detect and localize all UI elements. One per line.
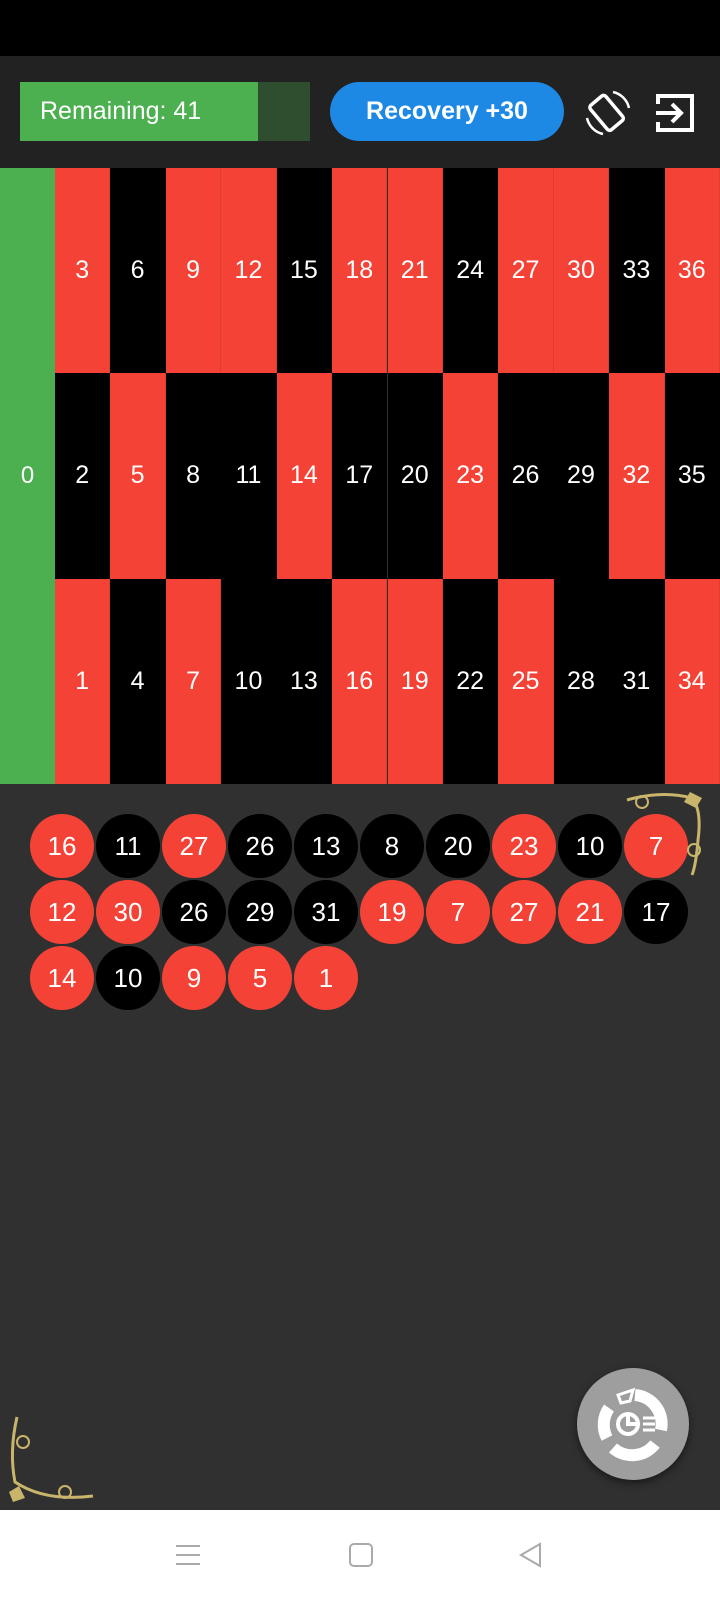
history-chip: 7 bbox=[426, 880, 490, 944]
cell-8[interactable]: 8 bbox=[165, 373, 222, 579]
cell-zero[interactable]: 0 bbox=[0, 168, 55, 784]
cell-15[interactable]: 15 bbox=[276, 168, 333, 374]
cell-28[interactable]: 28 bbox=[553, 578, 610, 784]
cell-6[interactable]: 6 bbox=[110, 168, 166, 374]
corner-ornament-icon bbox=[626, 792, 702, 876]
cell-34[interactable]: 34 bbox=[664, 578, 720, 784]
history-chip: 10 bbox=[558, 814, 622, 878]
history-chip: 26 bbox=[228, 814, 292, 878]
history-chip: 9 bbox=[162, 946, 226, 1010]
history-chip: 13 bbox=[294, 814, 358, 878]
cell-23[interactable]: 23 bbox=[442, 373, 499, 579]
history-chip: 12 bbox=[30, 880, 94, 944]
cell-20[interactable]: 20 bbox=[387, 373, 443, 579]
cell-29[interactable]: 29 bbox=[553, 373, 610, 579]
cell-2[interactable]: 2 bbox=[55, 373, 111, 579]
cell-12[interactable]: 12 bbox=[221, 168, 277, 374]
history-chip: 27 bbox=[162, 814, 226, 878]
statistics-icon bbox=[597, 1387, 668, 1462]
roulette-table: 0 3 6 9 12 15 18 21 24 27 30 33 36 2 5 8 11 14 17 20 23 26 29… bbox=[0, 168, 720, 784]
history-chip: 20 bbox=[426, 814, 490, 878]
history-chip: 11 bbox=[96, 814, 160, 878]
cell-22[interactable]: 22 bbox=[442, 578, 499, 784]
screen-rotation-icon[interactable] bbox=[583, 88, 633, 138]
cell-19[interactable]: 19 bbox=[387, 578, 443, 784]
cell-3[interactable]: 3 bbox=[55, 168, 111, 374]
cell-11[interactable]: 11 bbox=[221, 373, 277, 579]
cell-36[interactable]: 36 bbox=[664, 168, 720, 374]
cell-30[interactable]: 30 bbox=[553, 168, 610, 374]
home-icon[interactable] bbox=[348, 1542, 374, 1568]
history-chip: 27 bbox=[492, 880, 556, 944]
history-chip: 26 bbox=[162, 880, 226, 944]
cell-26[interactable]: 26 bbox=[498, 373, 554, 579]
cell-13[interactable]: 13 bbox=[276, 578, 333, 784]
history-chip: 5 bbox=[228, 946, 292, 1010]
history-chip: 16 bbox=[30, 814, 94, 878]
cell-17[interactable]: 17 bbox=[332, 373, 388, 579]
cell-21[interactable]: 21 bbox=[387, 168, 443, 374]
cell-5[interactable]: 5 bbox=[110, 373, 166, 579]
cell-14[interactable]: 14 bbox=[276, 373, 333, 579]
history-chip: 23 bbox=[492, 814, 556, 878]
exit-icon[interactable] bbox=[650, 88, 700, 138]
cell-7[interactable]: 7 bbox=[165, 578, 222, 784]
cell-35[interactable]: 35 bbox=[664, 373, 720, 579]
cell-33[interactable]: 33 bbox=[609, 168, 665, 374]
remaining-progress: Remaining: 41 bbox=[20, 82, 310, 141]
menu-icon[interactable] bbox=[175, 1542, 201, 1568]
statistics-button[interactable] bbox=[577, 1368, 689, 1480]
corner-ornament-icon bbox=[9, 1416, 94, 1502]
cell-24[interactable]: 24 bbox=[442, 168, 499, 374]
cell-4[interactable]: 4 bbox=[110, 578, 166, 784]
remaining-label: Remaining: 41 bbox=[40, 97, 202, 125]
system-nav-bar bbox=[0, 1510, 720, 1600]
cell-31[interactable]: 31 bbox=[609, 578, 665, 784]
history-chip: 1 bbox=[294, 946, 358, 1010]
cell-27[interactable]: 27 bbox=[498, 168, 554, 374]
history-chip: 17 bbox=[624, 880, 688, 944]
cell-32[interactable]: 32 bbox=[609, 373, 665, 579]
history-chip: 31 bbox=[294, 880, 358, 944]
recovery-button[interactable]: Recovery +30 bbox=[330, 82, 564, 141]
header: Remaining: 41 Recovery +30 bbox=[0, 56, 720, 168]
status-bar bbox=[0, 0, 720, 56]
cell-1[interactable]: 1 bbox=[55, 578, 111, 784]
cell-16[interactable]: 16 bbox=[332, 578, 388, 784]
history-chip: 29 bbox=[228, 880, 292, 944]
history-chip: 19 bbox=[360, 880, 424, 944]
cell-25[interactable]: 25 bbox=[498, 578, 554, 784]
history-chip: 30 bbox=[96, 880, 160, 944]
history-chip: 21 bbox=[558, 880, 622, 944]
back-icon[interactable] bbox=[518, 1542, 544, 1568]
history-chip: 8 bbox=[360, 814, 424, 878]
history-chip: 14 bbox=[30, 946, 94, 1010]
cell-18[interactable]: 18 bbox=[332, 168, 388, 374]
cell-10[interactable]: 10 bbox=[221, 578, 277, 784]
cell-9[interactable]: 9 bbox=[165, 168, 222, 374]
history-chip: 10 bbox=[96, 946, 160, 1010]
